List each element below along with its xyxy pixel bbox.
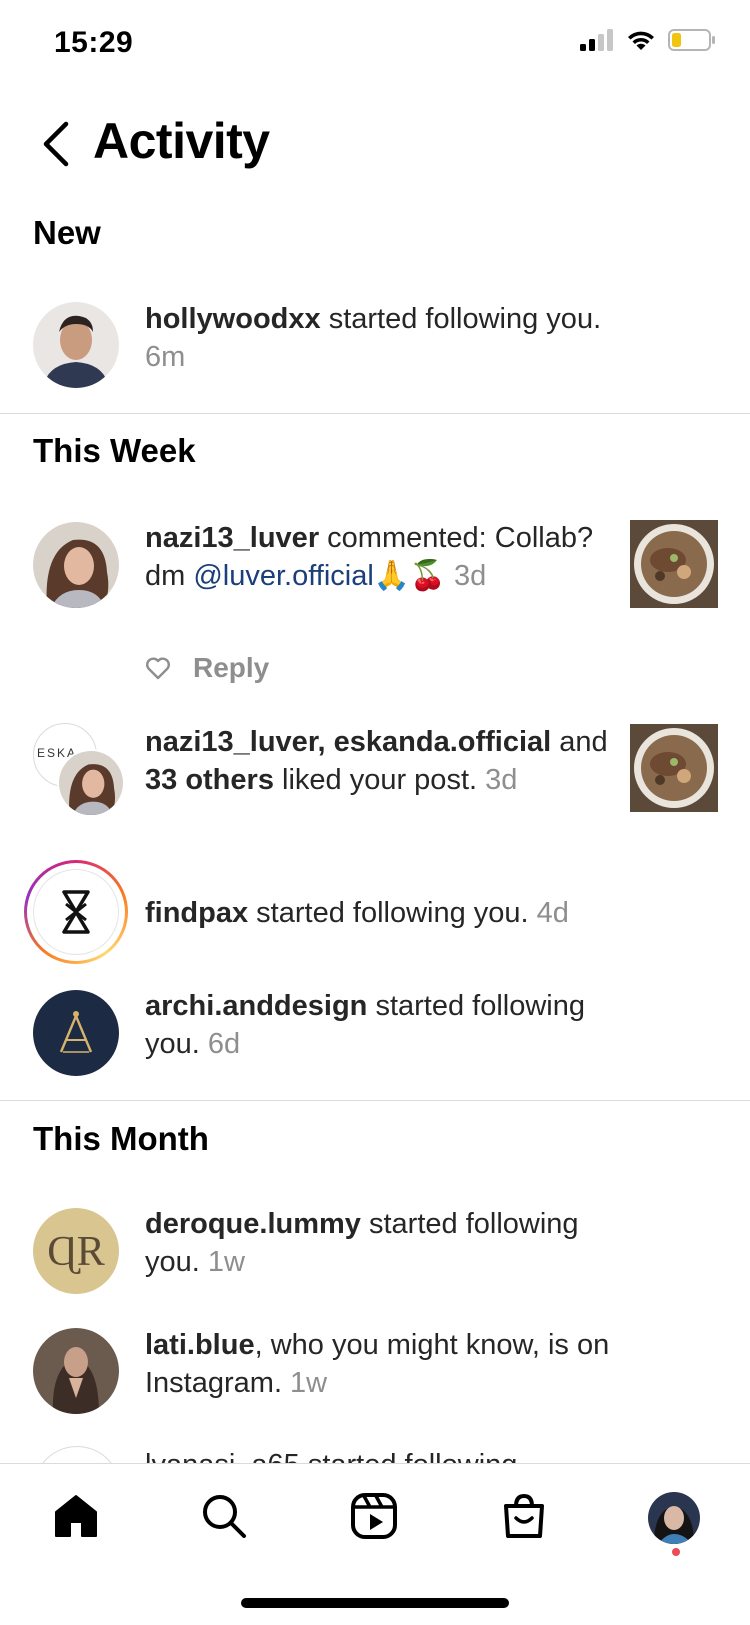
avatar-photo (33, 302, 119, 388)
home-icon (55, 1495, 97, 1537)
activity-item-comment[interactable]: nazi13_luver commented: Collab?dm @luver… (145, 519, 615, 595)
timestamp: 1w (282, 1367, 328, 1399)
tab-reels[interactable] (346, 1488, 402, 1544)
activity-item-findpax[interactable]: findpax started following you. 4d (145, 894, 625, 932)
username[interactable]: hollywoodxx (145, 303, 321, 335)
timestamp: 1w (199, 1246, 245, 1278)
tab-shop[interactable] (496, 1488, 552, 1544)
divider (0, 1100, 750, 1101)
reply-button[interactable]: Reply (193, 652, 269, 684)
food-photo (630, 520, 718, 608)
username[interactable]: lati.blue (145, 1329, 255, 1361)
profile-avatar (648, 1492, 700, 1544)
timestamp: 6d (199, 1028, 241, 1060)
reply-row: Reply (145, 652, 269, 684)
username[interactable]: nazi13_luver (145, 522, 319, 554)
username[interactable]: deroque.lummy (145, 1208, 361, 1240)
avatar-nazi13-luver-small[interactable] (57, 749, 125, 817)
activity-item-likes[interactable]: nazi13_luver, eskanda.official and 33 ot… (145, 723, 615, 799)
wifi-icon (628, 31, 654, 50)
avatar-stack-likes[interactable]: ESKA (33, 723, 125, 817)
mention-link[interactable]: @luver.official (193, 560, 373, 592)
activity-item-lati[interactable]: lati.blue, who you might know, is on Ins… (145, 1326, 615, 1402)
avatar-deroque-lummy[interactable]: ɊR (33, 1208, 119, 1294)
section-this-month: This Month (33, 1120, 209, 1157)
divider (0, 413, 750, 414)
timestamp: 3d (446, 560, 487, 592)
activity-text: started following you. (248, 897, 529, 929)
section-new: New (33, 214, 101, 251)
section-this-week: This Week (33, 432, 196, 469)
activity-text: liked your post. (273, 764, 478, 796)
reels-icon (351, 1493, 397, 1539)
username[interactable]: findpax (145, 897, 248, 929)
compass-logo-icon (59, 1011, 93, 1053)
notification-dot (672, 1548, 680, 1556)
status-bar: 15:29 (0, 0, 750, 90)
avatar-monogram: ɊR (47, 1229, 105, 1275)
shop-icon (504, 1493, 544, 1538)
comment-emoji: 🙏🍒 (373, 560, 446, 592)
status-time: 15:29 (54, 26, 134, 59)
separator: , (317, 726, 334, 758)
findpax-logo-icon (62, 890, 90, 934)
and-text: and (551, 726, 608, 758)
avatar-lati-blue[interactable] (33, 1328, 119, 1414)
timestamp: 3d (477, 764, 518, 796)
home-indicator (241, 1598, 509, 1608)
food-photo (630, 724, 718, 812)
username[interactable]: nazi13_luver (145, 726, 318, 758)
avatar-hollywoodxx[interactable] (33, 302, 119, 388)
activity-item-deroque[interactable]: deroque.lummy started following you. 1w (145, 1205, 615, 1281)
activity-item-archi[interactable]: archi.anddesign started following you. 6… (145, 987, 615, 1063)
avatar-photo (59, 751, 123, 815)
tab-home[interactable] (48, 1488, 104, 1544)
username[interactable]: archi.anddesign (145, 990, 367, 1022)
chevron-left-icon (43, 121, 69, 167)
avatar-archi-anddesign[interactable] (33, 990, 119, 1076)
others-link[interactable]: 33 others (145, 764, 274, 796)
username[interactable]: eskanda.official (334, 726, 552, 758)
tab-profile[interactable] (648, 1492, 700, 1544)
battery-icon (668, 29, 715, 51)
avatar-findpax[interactable] (24, 860, 128, 964)
avatar-photo (33, 1328, 119, 1414)
activity-text: started following you. (320, 303, 602, 335)
header: Activity (0, 100, 750, 190)
activity-item-hollywoodxx[interactable]: hollywoodxx started following you. 6m (145, 300, 615, 376)
tab-search[interactable] (196, 1488, 252, 1544)
page-title: Activity (93, 113, 270, 169)
status-icons (580, 28, 716, 52)
back-button[interactable] (36, 114, 76, 174)
timestamp: 6m (145, 341, 186, 373)
post-thumbnail[interactable] (630, 724, 718, 812)
signal-icon (580, 29, 613, 51)
heart-icon[interactable] (145, 656, 171, 680)
timestamp: 4d (528, 897, 569, 929)
avatar-nazi13-luver[interactable] (33, 522, 119, 608)
post-thumbnail[interactable] (630, 520, 718, 608)
search-icon (203, 1495, 246, 1538)
avatar-photo (33, 522, 119, 608)
